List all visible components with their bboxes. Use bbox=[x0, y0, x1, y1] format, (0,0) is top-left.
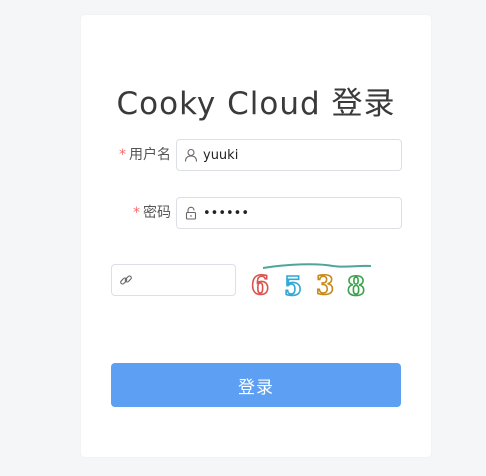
required-mark: * bbox=[133, 205, 140, 221]
login-button[interactable]: 登录 bbox=[111, 363, 401, 407]
link-icon bbox=[120, 275, 132, 285]
username-label-text: 用户名 bbox=[129, 147, 171, 163]
username-label: * 用户名 bbox=[119, 139, 171, 171]
captcha-digit: 3 bbox=[316, 271, 334, 301]
password-field[interactable] bbox=[176, 197, 402, 229]
password-input[interactable] bbox=[203, 198, 393, 228]
password-label-text: 密码 bbox=[143, 205, 171, 221]
password-row: * 密码 bbox=[81, 197, 431, 229]
user-icon bbox=[184, 148, 198, 162]
required-mark: * bbox=[119, 147, 126, 163]
captcha-digit: 5 bbox=[284, 272, 302, 302]
captcha-field[interactable] bbox=[111, 264, 236, 296]
username-field[interactable] bbox=[176, 139, 402, 171]
page-title: Cooky Cloud 登录 bbox=[116, 86, 396, 122]
captcha-image[interactable]: 6 5 3 8 bbox=[247, 262, 373, 302]
captcha-input[interactable] bbox=[138, 265, 228, 295]
login-card: Cooky Cloud 登录 *用户名 *密码 bbox=[81, 15, 431, 457]
username-input[interactable] bbox=[203, 140, 393, 170]
password-label: * 密码 bbox=[133, 197, 171, 229]
captcha-digit: 6 bbox=[251, 271, 269, 301]
username-row: * 用户名 bbox=[81, 139, 431, 171]
lock-icon bbox=[185, 206, 197, 220]
captcha-digit: 8 bbox=[347, 272, 365, 302]
